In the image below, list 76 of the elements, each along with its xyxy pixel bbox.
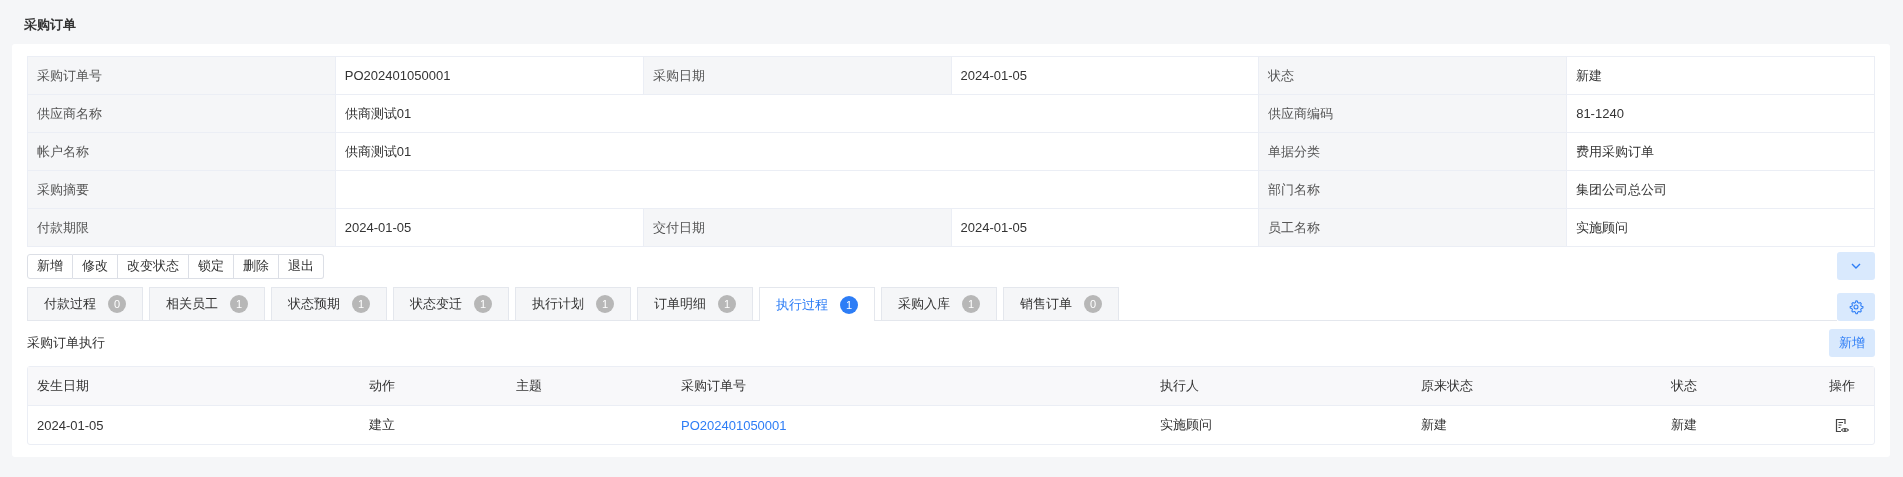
column-header: 采购订单号 (672, 367, 1151, 406)
tab[interactable]: 付款过程 0 (27, 287, 143, 320)
action-button[interactable]: 修改 (73, 253, 118, 279)
tab-label: 采购入库 (898, 295, 950, 313)
count-badge: 1 (474, 295, 492, 313)
action-button[interactable]: 删除 (234, 253, 279, 279)
column-header: 动作 (360, 367, 507, 406)
field-value: PO202401050001 (335, 57, 644, 95)
tab[interactable]: 采购入库 1 (881, 287, 997, 320)
field-value: 新建 (1567, 57, 1875, 95)
count-badge: 0 (108, 295, 126, 313)
tab[interactable]: 订单明细 1 (637, 287, 753, 320)
field-value: 供商测试01 (335, 133, 1260, 171)
tab-label: 执行计划 (532, 295, 584, 313)
column-header: 主题 (507, 367, 672, 406)
field-label: 交付日期 (643, 209, 952, 247)
action-button[interactable]: 锁定 (189, 253, 234, 279)
field-value: 2024-01-05 (951, 209, 1260, 247)
field-label: 供应商编码 (1259, 95, 1568, 133)
table-cell-text: 建立 (368, 416, 396, 434)
column-header: 原来状态 (1412, 367, 1662, 406)
tab[interactable]: 销售订单 0 (1003, 287, 1119, 320)
page-title: 采购订单 (23, 16, 77, 34)
field-value: 费用采购订单 (1567, 133, 1875, 171)
tab-label: 相关员工 (166, 295, 218, 313)
table-cell-text: 2024-01-05 (36, 416, 105, 435)
action-button[interactable]: 退出 (279, 253, 324, 279)
tab[interactable]: 状态预期 1 (271, 287, 387, 320)
section-title: 采购订单执行 (27, 334, 105, 352)
column-header: 执行人 (1151, 367, 1412, 406)
field-value: 2024-01-05 (951, 57, 1260, 95)
settings-button[interactable] (1837, 293, 1875, 321)
count-badge: 1 (352, 295, 370, 313)
action-button[interactable]: 改变状态 (118, 253, 189, 279)
count-badge: 1 (596, 295, 614, 313)
tab-label: 执行过程 (776, 295, 828, 314)
field-label: 状态 (1259, 57, 1568, 95)
count-badge: 1 (840, 295, 858, 314)
tab[interactable]: 执行计划 1 (515, 287, 631, 320)
count-badge: 0 (1084, 295, 1102, 313)
field-label: 帐户名称 (28, 133, 336, 171)
column-header: 发生日期 (28, 367, 360, 406)
column-header: 状态 (1662, 367, 1809, 406)
field-label: 员工名称 (1259, 209, 1568, 247)
field-label: 部门名称 (1259, 171, 1568, 209)
tab[interactable]: 执行过程 1 (759, 287, 875, 321)
table-cell-text: 实施顾问 (1159, 416, 1213, 434)
count-badge: 1 (230, 295, 248, 313)
field-value: 2024-01-05 (335, 209, 644, 247)
field-value: 集团公司总公司 (1567, 171, 1875, 209)
count-badge: 1 (718, 295, 736, 313)
collapse-button[interactable] (1837, 252, 1875, 280)
field-label: 采购日期 (643, 57, 952, 95)
field-value: 81-1240 (1567, 95, 1875, 133)
tab[interactable]: 状态变迁 1 (393, 287, 509, 320)
tab-label: 付款过程 (44, 295, 96, 313)
tab[interactable]: 相关员工 1 (149, 287, 265, 320)
tab-label: 状态变迁 (410, 295, 462, 313)
field-label: 采购订单号 (28, 57, 336, 95)
tab-label: 订单明细 (654, 295, 706, 313)
table-cell-text: 新建 (1670, 416, 1698, 434)
column-header: 操作 (1809, 367, 1874, 406)
field-label: 单据分类 (1259, 133, 1568, 171)
settings-icon (1848, 299, 1864, 315)
field-label: 采购摘要 (28, 171, 336, 209)
field-value: 供商测试01 (335, 95, 1260, 133)
action-button[interactable]: 新增 (27, 253, 73, 279)
field-label: 供应商名称 (28, 95, 336, 133)
tab-label: 销售订单 (1020, 295, 1072, 313)
field-value: 实施顾问 (1567, 209, 1875, 247)
field-label: 付款期限 (28, 209, 336, 247)
view-document-icon[interactable] (1833, 416, 1850, 434)
count-badge: 1 (962, 295, 980, 313)
tab-label: 状态预期 (288, 295, 340, 313)
table-cell-text: 新建 (1420, 416, 1448, 434)
order-link[interactable]: PO202401050001 (681, 417, 787, 433)
